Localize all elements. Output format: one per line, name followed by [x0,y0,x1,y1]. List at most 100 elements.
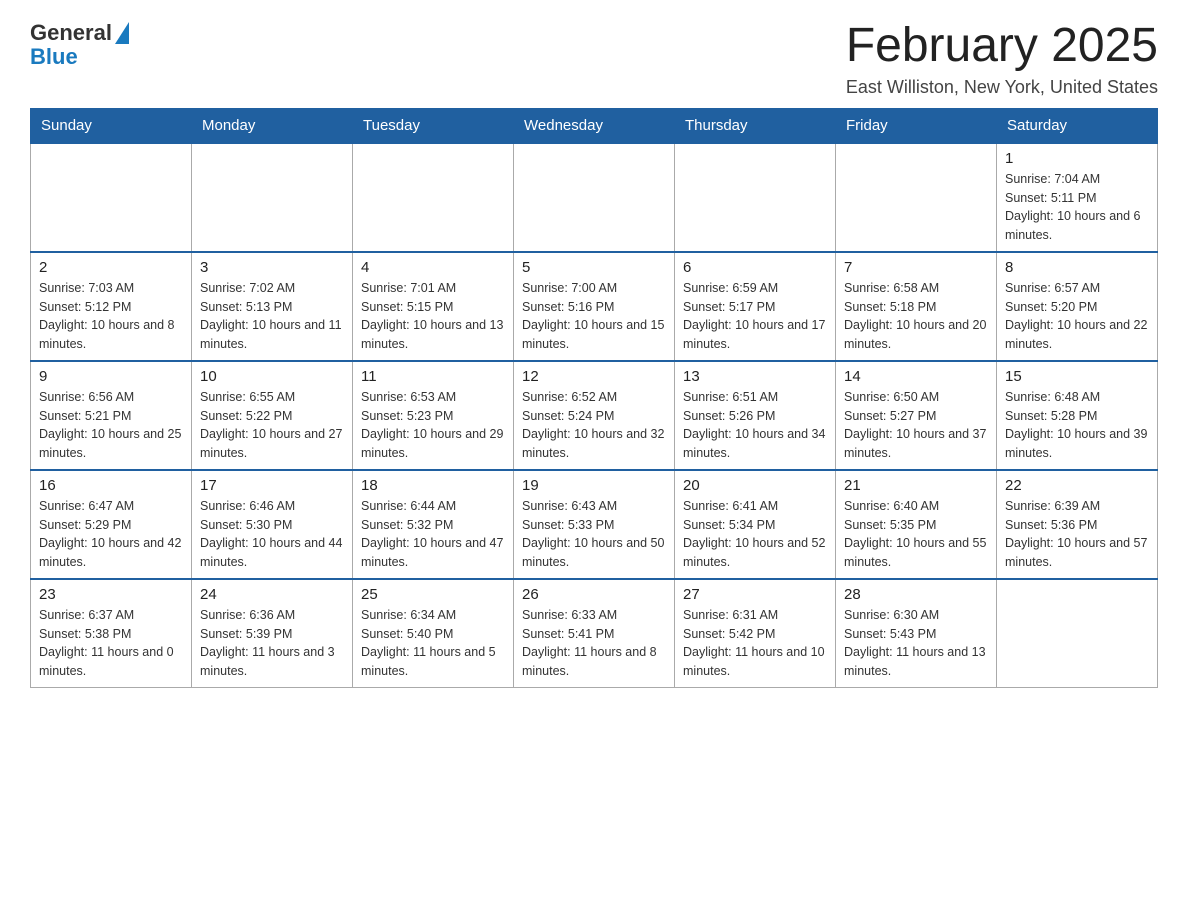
day-number: 11 [361,368,505,385]
day-number: 26 [522,586,666,603]
calendar-day-cell: 24 Sunrise: 6:36 AM Sunset: 5:39 PM Dayli… [192,579,353,688]
day-number: 18 [361,477,505,494]
day-info: Sunrise: 6:41 AM Sunset: 5:34 PM Dayligh… [683,497,827,572]
day-number: 14 [844,368,988,385]
day-info: Sunrise: 6:44 AM Sunset: 5:32 PM Dayligh… [361,497,505,572]
day-number: 6 [683,259,827,276]
day-of-week-header: Thursday [675,108,836,143]
logo-blue-text: Blue [30,44,78,70]
day-of-week-header: Wednesday [514,108,675,143]
day-info: Sunrise: 6:36 AM Sunset: 5:39 PM Dayligh… [200,606,344,681]
calendar-table: SundayMondayTuesdayWednesdayThursdayFrid… [30,108,1158,688]
calendar-header-row: SundayMondayTuesdayWednesdayThursdayFrid… [31,108,1158,143]
day-info: Sunrise: 6:37 AM Sunset: 5:38 PM Dayligh… [39,606,183,681]
day-info: Sunrise: 6:47 AM Sunset: 5:29 PM Dayligh… [39,497,183,572]
calendar-day-cell: 18 Sunrise: 6:44 AM Sunset: 5:32 PM Dayli… [353,470,514,579]
day-info: Sunrise: 6:52 AM Sunset: 5:24 PM Dayligh… [522,388,666,463]
calendar-day-cell [997,579,1158,688]
calendar-day-cell: 27 Sunrise: 6:31 AM Sunset: 5:42 PM Dayli… [675,579,836,688]
calendar-day-cell: 15Sunrise: 6:48 AM Sunset: 5:28 PM Dayli… [997,361,1158,470]
calendar-week-row: 16 Sunrise: 6:47 AM Sunset: 5:29 PM Dayli… [31,470,1158,579]
day-number: 3 [200,259,344,276]
day-number: 27 [683,586,827,603]
day-number: 1 [1005,150,1149,167]
day-info: Sunrise: 6:30 AM Sunset: 5:43 PM Dayligh… [844,606,988,681]
calendar-day-cell: 20Sunrise: 6:41 AM Sunset: 5:34 PM Dayli… [675,470,836,579]
day-number: 28 [844,586,988,603]
day-info: Sunrise: 6:31 AM Sunset: 5:42 PM Dayligh… [683,606,827,681]
calendar-day-cell: 16 Sunrise: 6:47 AM Sunset: 5:29 PM Dayli… [31,470,192,579]
day-number: 24 [200,586,344,603]
day-info: Sunrise: 6:43 AM Sunset: 5:33 PM Dayligh… [522,497,666,572]
day-info: Sunrise: 6:55 AM Sunset: 5:22 PM Dayligh… [200,388,344,463]
day-number: 15 [1005,368,1149,385]
day-number: 19 [522,477,666,494]
day-info: Sunrise: 6:33 AM Sunset: 5:41 PM Dayligh… [522,606,666,681]
calendar-day-cell: 5 Sunrise: 7:00 AM Sunset: 5:16 PM Daylig… [514,252,675,361]
day-number: 17 [200,477,344,494]
calendar-day-cell: 10 Sunrise: 6:55 AM Sunset: 5:22 PM Dayli… [192,361,353,470]
calendar-day-cell: 17 Sunrise: 6:46 AM Sunset: 5:30 PM Dayli… [192,470,353,579]
day-number: 7 [844,259,988,276]
calendar-day-cell: 4 Sunrise: 7:01 AM Sunset: 5:15 PM Daylig… [353,252,514,361]
calendar-day-cell: 26 Sunrise: 6:33 AM Sunset: 5:41 PM Dayli… [514,579,675,688]
calendar-day-cell: 7 Sunrise: 6:58 AM Sunset: 5:18 PM Daylig… [836,252,997,361]
day-info: Sunrise: 6:53 AM Sunset: 5:23 PM Dayligh… [361,388,505,463]
calendar-day-cell [31,143,192,252]
day-number: 13 [683,368,827,385]
calendar-day-cell: 13 Sunrise: 6:51 AM Sunset: 5:26 PM Dayli… [675,361,836,470]
calendar-week-row: 9 Sunrise: 6:56 AM Sunset: 5:21 PM Daylig… [31,361,1158,470]
calendar-day-cell: 9 Sunrise: 6:56 AM Sunset: 5:21 PM Daylig… [31,361,192,470]
day-number: 5 [522,259,666,276]
calendar-day-cell: 22 Sunrise: 6:39 AM Sunset: 5:36 PM Dayli… [997,470,1158,579]
day-info: Sunrise: 6:56 AM Sunset: 5:21 PM Dayligh… [39,388,183,463]
day-info: Sunrise: 6:58 AM Sunset: 5:18 PM Dayligh… [844,279,988,354]
logo-triangle-icon [115,22,129,44]
calendar-day-cell: 1 Sunrise: 7:04 AM Sunset: 5:11 PM Daylig… [997,143,1158,252]
day-number: 2 [39,259,183,276]
title-section: February 2025 East Williston, New York, … [846,20,1158,98]
day-info: Sunrise: 6:34 AM Sunset: 5:40 PM Dayligh… [361,606,505,681]
calendar-day-cell: 25 Sunrise: 6:34 AM Sunset: 5:40 PM Dayli… [353,579,514,688]
calendar-day-cell [192,143,353,252]
calendar-day-cell: 14 Sunrise: 6:50 AM Sunset: 5:27 PM Dayli… [836,361,997,470]
day-info: Sunrise: 6:40 AM Sunset: 5:35 PM Dayligh… [844,497,988,572]
day-info: Sunrise: 6:50 AM Sunset: 5:27 PM Dayligh… [844,388,988,463]
logo: General Blue [30,20,129,70]
day-number: 9 [39,368,183,385]
page-header: General Blue February 2025 East Willisto… [30,20,1158,98]
day-of-week-header: Sunday [31,108,192,143]
day-number: 23 [39,586,183,603]
calendar-day-cell [675,143,836,252]
day-number: 4 [361,259,505,276]
calendar-week-row: 23 Sunrise: 6:37 AM Sunset: 5:38 PM Dayli… [31,579,1158,688]
day-info: Sunrise: 7:04 AM Sunset: 5:11 PM Dayligh… [1005,170,1149,245]
logo-general-text: General [30,20,112,46]
day-number: 21 [844,477,988,494]
day-number: 8 [1005,259,1149,276]
calendar-day-cell: 21 Sunrise: 6:40 AM Sunset: 5:35 PM Dayli… [836,470,997,579]
calendar-day-cell: 6 Sunrise: 6:59 AM Sunset: 5:17 PM Daylig… [675,252,836,361]
calendar-day-cell: 3Sunrise: 7:02 AM Sunset: 5:13 PM Daylig… [192,252,353,361]
day-info: Sunrise: 6:59 AM Sunset: 5:17 PM Dayligh… [683,279,827,354]
day-info: Sunrise: 7:01 AM Sunset: 5:15 PM Dayligh… [361,279,505,354]
day-of-week-header: Tuesday [353,108,514,143]
calendar-day-cell: 19 Sunrise: 6:43 AM Sunset: 5:33 PM Dayli… [514,470,675,579]
day-of-week-header: Monday [192,108,353,143]
calendar-day-cell [353,143,514,252]
day-number: 12 [522,368,666,385]
day-info: Sunrise: 7:00 AM Sunset: 5:16 PM Dayligh… [522,279,666,354]
day-info: Sunrise: 7:03 AM Sunset: 5:12 PM Dayligh… [39,279,183,354]
day-info: Sunrise: 6:51 AM Sunset: 5:26 PM Dayligh… [683,388,827,463]
day-info: Sunrise: 6:46 AM Sunset: 5:30 PM Dayligh… [200,497,344,572]
calendar-day-cell [514,143,675,252]
calendar-day-cell: 2 Sunrise: 7:03 AM Sunset: 5:12 PM Daylig… [31,252,192,361]
day-number: 25 [361,586,505,603]
calendar-day-cell: 12 Sunrise: 6:52 AM Sunset: 5:24 PM Dayli… [514,361,675,470]
calendar-day-cell [836,143,997,252]
calendar-week-row: 2 Sunrise: 7:03 AM Sunset: 5:12 PM Daylig… [31,252,1158,361]
day-info: Sunrise: 6:39 AM Sunset: 5:36 PM Dayligh… [1005,497,1149,572]
day-number: 10 [200,368,344,385]
day-number: 16 [39,477,183,494]
day-number: 22 [1005,477,1149,494]
